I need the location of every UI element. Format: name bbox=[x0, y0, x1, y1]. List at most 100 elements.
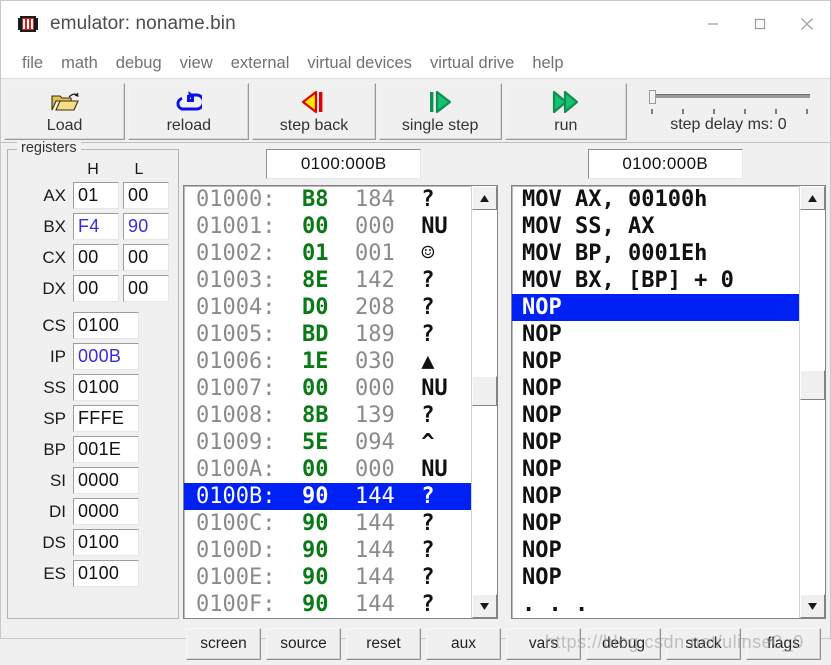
close-button[interactable] bbox=[783, 1, 830, 47]
disasm-scroll-up-button[interactable] bbox=[800, 186, 825, 210]
memory-row[interactable]: 01009: 5E 094 ^ bbox=[184, 429, 471, 456]
memory-row-address: 0100D: bbox=[196, 538, 302, 563]
minimize-button[interactable] bbox=[689, 1, 736, 47]
memory-row[interactable]: 01001: 00 000 NU bbox=[184, 213, 471, 240]
menu-item-debug[interactable]: debug bbox=[107, 53, 171, 73]
memory-row[interactable]: 01000: B8 184 ? bbox=[184, 186, 471, 213]
register-label-sp: SP bbox=[8, 404, 73, 433]
memory-scroll-track[interactable] bbox=[472, 210, 497, 594]
maximize-button[interactable] bbox=[736, 1, 783, 47]
register-field-sp[interactable]: FFFE bbox=[73, 405, 139, 432]
memory-listbox[interactable]: 01000: B8 184 ?01001: 00 000 NU01002: 01… bbox=[183, 185, 498, 619]
disasm-row[interactable]: NOP bbox=[512, 348, 799, 375]
register-field-dl[interactable]: 00 bbox=[123, 275, 169, 302]
disasm-row[interactable]: MOV SS, AX bbox=[512, 213, 799, 240]
memory-row[interactable]: 01005: BD 189 ? bbox=[184, 321, 471, 348]
disasm-row[interactable]: NOP bbox=[512, 537, 799, 564]
debug-button[interactable]: debug bbox=[586, 628, 661, 660]
memory-row[interactable]: 0100F: 90 144 ? bbox=[184, 591, 471, 618]
aux-button[interactable]: aux bbox=[426, 628, 501, 660]
disasm-row[interactable]: NOP bbox=[512, 294, 799, 321]
menu-item-external[interactable]: external bbox=[222, 53, 299, 73]
memory-row[interactable]: 01007: 00 000 NU bbox=[184, 375, 471, 402]
register-label-di: DI bbox=[8, 497, 73, 526]
memory-row[interactable]: 01004: D0 208 ? bbox=[184, 294, 471, 321]
menu-item-view[interactable]: view bbox=[171, 53, 222, 73]
disasm-row[interactable]: NOP bbox=[512, 402, 799, 429]
register-row-ax: AX 01 00 bbox=[8, 181, 178, 210]
menu-item-file[interactable]: file bbox=[13, 53, 52, 73]
register-field-di[interactable]: 0000 bbox=[73, 498, 139, 525]
source-button[interactable]: source bbox=[266, 628, 341, 660]
register-field-ip[interactable]: 000B bbox=[73, 343, 139, 370]
single-step-button[interactable]: single step bbox=[379, 83, 502, 140]
flags-button[interactable]: flags bbox=[746, 628, 821, 660]
register-field-cl[interactable]: 00 bbox=[123, 244, 169, 271]
disasm-scroll-thumb[interactable] bbox=[800, 370, 825, 400]
register-field-ss[interactable]: 0100 bbox=[73, 374, 139, 401]
register-field-bh[interactable]: F4 bbox=[73, 213, 119, 240]
memory-row[interactable]: 01003: 8E 142 ? bbox=[184, 267, 471, 294]
register-field-es[interactable]: 0100 bbox=[73, 560, 139, 587]
reload-button-label: reload bbox=[167, 117, 211, 134]
screen-button[interactable]: screen bbox=[186, 628, 261, 660]
step-back-button[interactable]: step back bbox=[252, 83, 375, 140]
run-button[interactable]: run bbox=[505, 83, 627, 140]
register-field-al[interactable]: 00 bbox=[123, 182, 169, 209]
register-field-bp[interactable]: 001E bbox=[73, 436, 139, 463]
memory-address-input[interactable]: 0100:000B bbox=[266, 149, 421, 179]
menu-item-virtual-devices[interactable]: virtual devices bbox=[298, 53, 421, 73]
menu-item-virtual-drive[interactable]: virtual drive bbox=[421, 53, 523, 73]
disasm-row[interactable]: MOV BX, [BP] + 0 bbox=[512, 267, 799, 294]
disasm-scroll-down-button[interactable] bbox=[800, 594, 825, 618]
close-icon bbox=[798, 15, 816, 33]
register-label-bx: BX bbox=[8, 212, 73, 241]
disasm-row[interactable]: NOP bbox=[512, 483, 799, 510]
register-field-ds[interactable]: 0100 bbox=[73, 529, 139, 556]
register-field-cs[interactable]: 0100 bbox=[73, 312, 139, 339]
memory-row[interactable]: 0100C: 90 144 ? bbox=[184, 510, 471, 537]
reset-button[interactable]: reset bbox=[346, 628, 421, 660]
memory-row[interactable]: 01006: 1E 030 ▲ bbox=[184, 348, 471, 375]
disasm-row[interactable]: NOP bbox=[512, 510, 799, 537]
register-field-ch[interactable]: 00 bbox=[73, 244, 119, 271]
reload-button[interactable]: reload bbox=[128, 83, 249, 140]
memory-scrollbar[interactable] bbox=[471, 186, 497, 618]
memory-scroll-up-button[interactable] bbox=[472, 186, 497, 210]
disasm-row[interactable]: MOV AX, 00100h bbox=[512, 186, 799, 213]
disasm-address-input[interactable]: 0100:000B bbox=[588, 149, 743, 179]
disasm-row[interactable]: NOP bbox=[512, 564, 799, 591]
stack-button[interactable]: stack bbox=[666, 628, 741, 660]
disasm-rows[interactable]: MOV AX, 00100hMOV SS, AXMOV BP, 0001EhMO… bbox=[512, 186, 799, 618]
disasm-row[interactable]: . . . bbox=[512, 591, 799, 618]
step-delay-slider[interactable] bbox=[647, 89, 810, 113]
memory-scroll-down-button[interactable] bbox=[472, 594, 497, 618]
disasm-row[interactable]: NOP bbox=[512, 321, 799, 348]
vars-button[interactable]: vars bbox=[506, 628, 581, 660]
disasm-scrollbar[interactable] bbox=[799, 186, 825, 618]
memory-row[interactable]: 0100E: 90 144 ? bbox=[184, 564, 471, 591]
slider-thumb[interactable] bbox=[649, 90, 656, 104]
disasm-listbox[interactable]: MOV AX, 00100hMOV SS, AXMOV BP, 0001EhMO… bbox=[511, 185, 826, 619]
register-field-si[interactable]: 0000 bbox=[73, 467, 139, 494]
menu-item-math[interactable]: math bbox=[52, 53, 107, 73]
disasm-row[interactable]: MOV BP, 0001Eh bbox=[512, 240, 799, 267]
disasm-scroll-track[interactable] bbox=[800, 210, 825, 594]
memory-rows[interactable]: 01000: B8 184 ?01001: 00 000 NU01002: 01… bbox=[184, 186, 471, 618]
memory-row[interactable]: 01002: 01 001 ☺ bbox=[184, 240, 471, 267]
memory-row-hex: 90 bbox=[302, 538, 355, 563]
disasm-row[interactable]: NOP bbox=[512, 456, 799, 483]
load-button[interactable]: Load bbox=[4, 83, 125, 140]
memory-row[interactable]: 0100A: 00 000 NU bbox=[184, 456, 471, 483]
disasm-row[interactable]: NOP bbox=[512, 375, 799, 402]
register-field-bl[interactable]: 90 bbox=[123, 213, 169, 240]
register-row-dx: DX 00 00 bbox=[8, 274, 178, 303]
memory-row[interactable]: 0100D: 90 144 ? bbox=[184, 537, 471, 564]
disasm-row[interactable]: NOP bbox=[512, 429, 799, 456]
menu-item-help[interactable]: help bbox=[523, 53, 572, 73]
register-field-dh[interactable]: 00 bbox=[73, 275, 119, 302]
memory-row[interactable]: 0100B: 90 144 ? bbox=[184, 483, 471, 510]
memory-scroll-thumb[interactable] bbox=[472, 376, 497, 406]
memory-row[interactable]: 01008: 8B 139 ? bbox=[184, 402, 471, 429]
register-field-ah[interactable]: 01 bbox=[73, 182, 119, 209]
